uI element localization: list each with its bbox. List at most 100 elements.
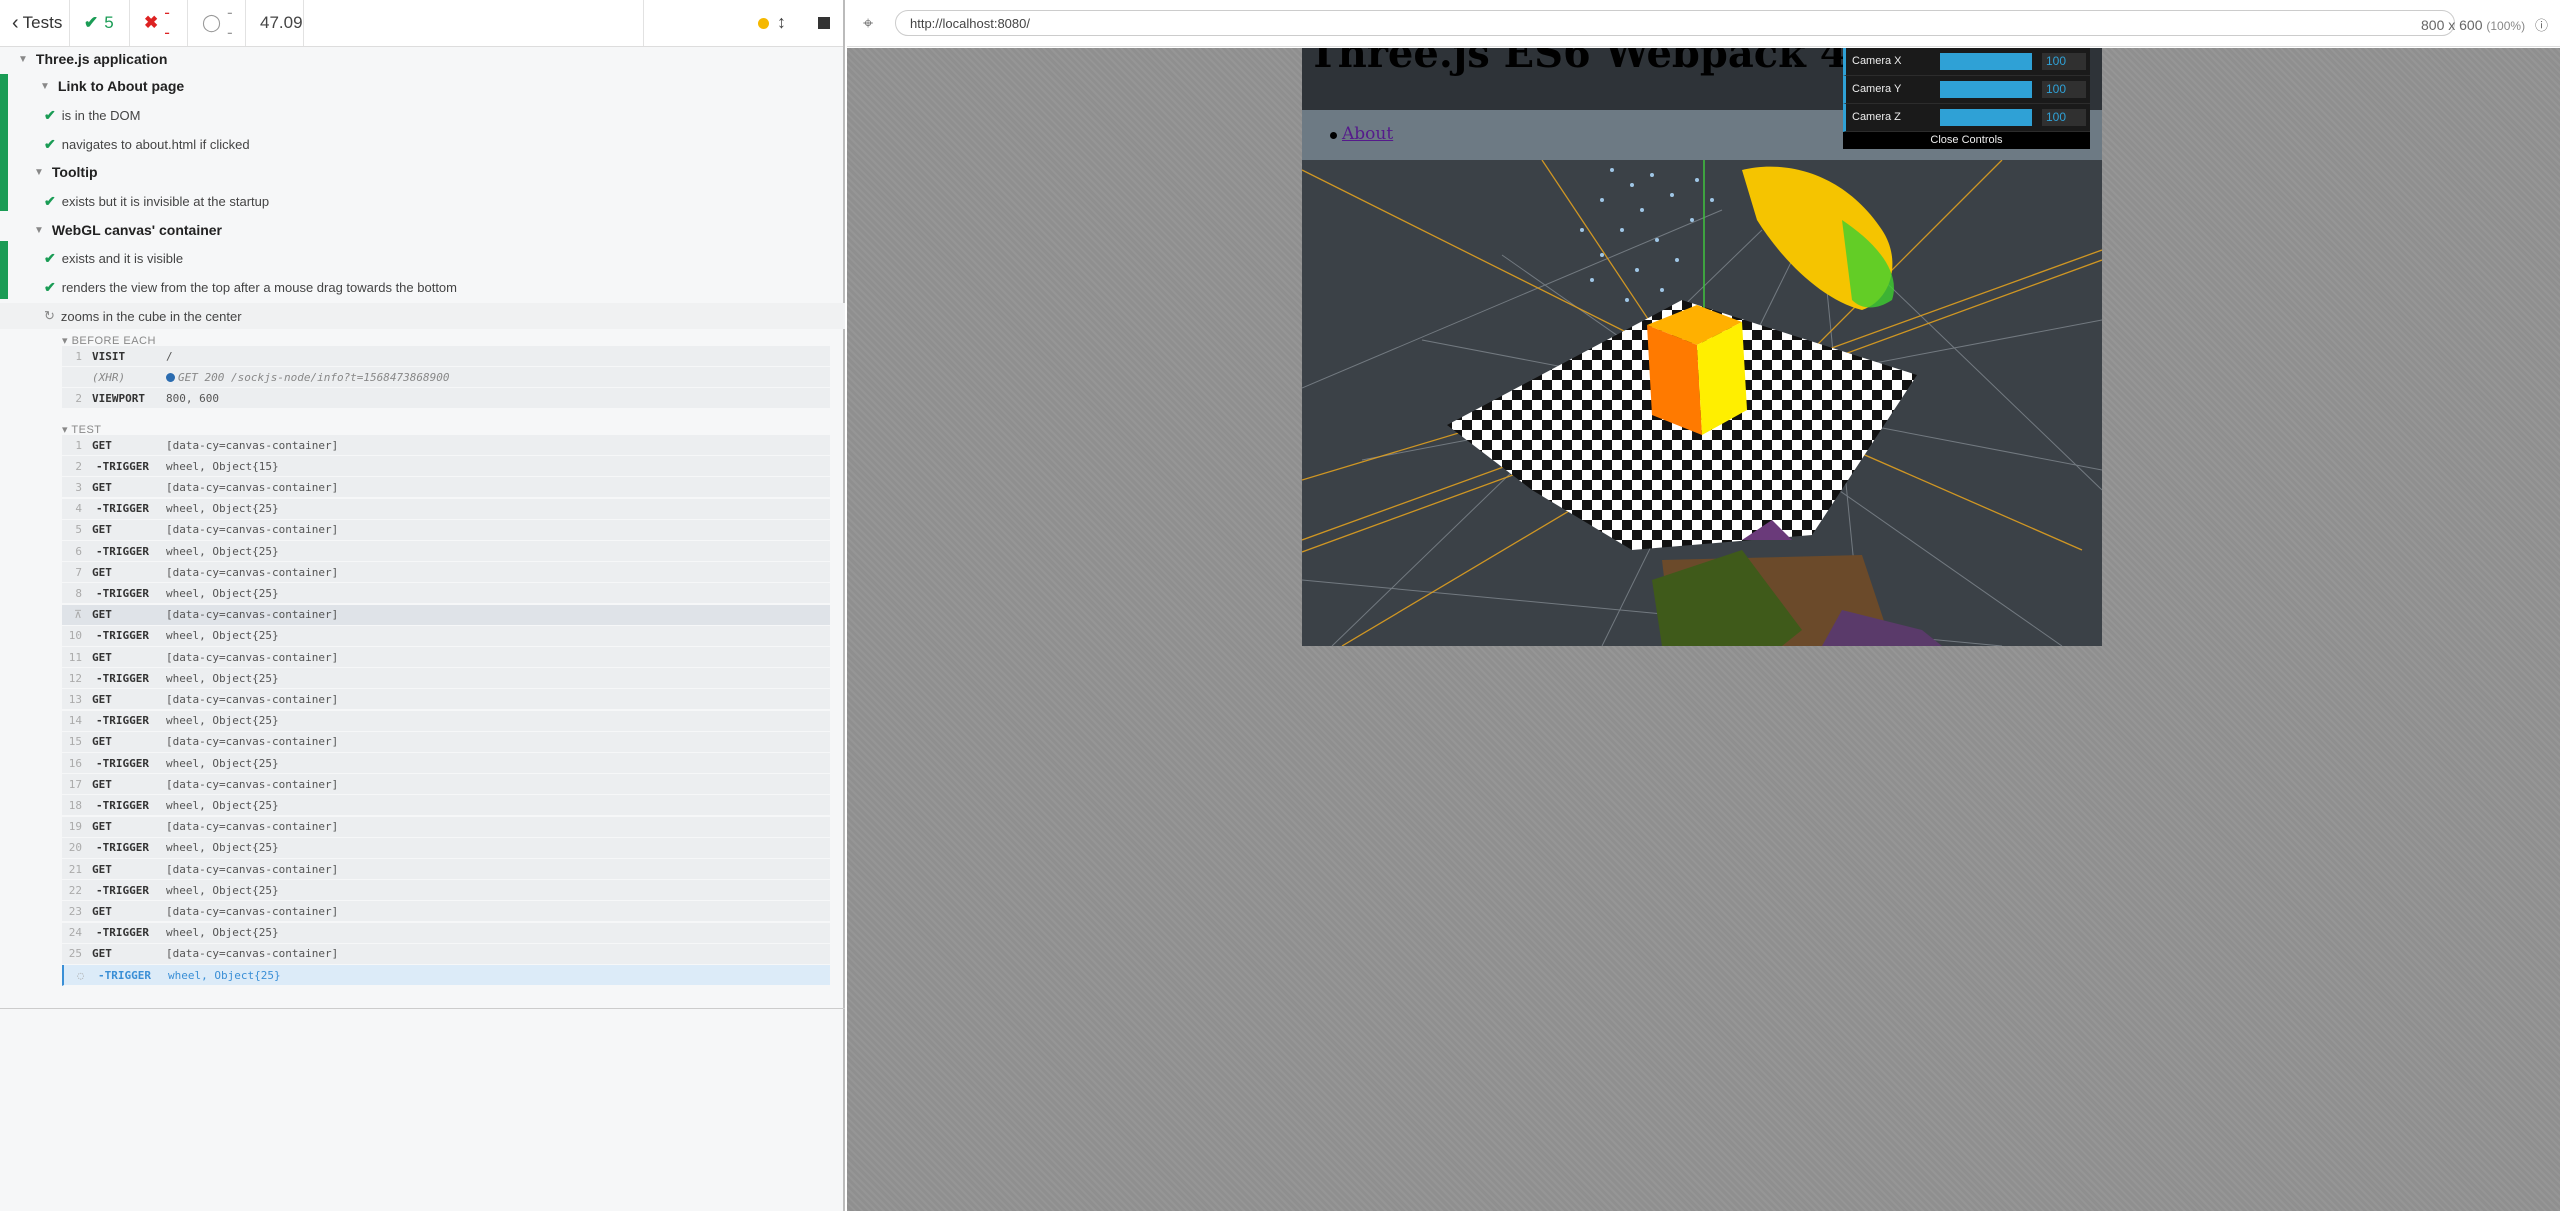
command-number: 23 bbox=[68, 904, 82, 918]
test-title: exists and it is visible bbox=[61, 250, 184, 266]
command-row[interactable]: 19 GET [data-cy=canvas-container] bbox=[62, 816, 830, 838]
test-invisible[interactable]: ✔ exists but it is invisible at the star… bbox=[44, 188, 269, 214]
command-row[interactable]: 23 GET [data-cy=canvas-container] bbox=[62, 901, 830, 923]
command-row[interactable]: 12 -TRIGGER wheel, Object{25} bbox=[62, 668, 830, 690]
caret-down-icon: ▼ bbox=[18, 53, 28, 65]
suite-tooltip[interactable]: ▼ Tooltip bbox=[34, 159, 98, 185]
command-row[interactable]: (XHR) GET 200 /sockjs-node/info?t=1568473… bbox=[62, 367, 830, 389]
command-message: wheel, Object{25} bbox=[166, 502, 279, 516]
suite-root[interactable]: ▼ Three.js application bbox=[18, 46, 167, 72]
gui-slider-row[interactable]: Camera Z 100 bbox=[1843, 104, 2090, 132]
test-renders-top[interactable]: ✔ renders the view from the top after a … bbox=[44, 274, 457, 300]
command-number: 8 bbox=[75, 586, 82, 600]
gui-slider[interactable] bbox=[1940, 53, 2032, 70]
app-iframe[interactable]: Three.js ES6 Webpack 4 Proj About Camera… bbox=[1302, 48, 2102, 646]
gui-slider[interactable] bbox=[1940, 109, 2032, 126]
command-number: 16 bbox=[68, 756, 82, 770]
selector-playground-icon[interactable]: ⌖ bbox=[863, 13, 873, 34]
xhr-status-icon bbox=[166, 372, 175, 382]
gui-slider[interactable] bbox=[1940, 81, 2032, 98]
command-number: 12 bbox=[68, 671, 82, 685]
command-name: -TRIGGER bbox=[96, 714, 149, 728]
check-icon: ✔ bbox=[44, 192, 56, 209]
duration: 47.09 bbox=[246, 0, 304, 46]
test-visible[interactable]: ✔ exists and it is visible bbox=[44, 245, 183, 271]
command-row[interactable]: 11 GET [data-cy=canvas-container] bbox=[62, 647, 830, 668]
command-name: GET bbox=[92, 692, 112, 706]
url-bar[interactable]: http://localhost:8080/ bbox=[895, 10, 2455, 36]
command-row[interactable]: 4 -TRIGGER wheel, Object{25} bbox=[62, 498, 830, 520]
command-message: [data-cy=canvas-container] bbox=[166, 904, 339, 918]
command-row[interactable]: 10 -TRIGGER wheel, Object{25} bbox=[62, 625, 830, 647]
auto-scroll-icon[interactable]: ↕ bbox=[777, 12, 786, 33]
command-row[interactable]: 13 GET [data-cy=canvas-container] bbox=[62, 689, 830, 711]
command-row[interactable]: 16 -TRIGGER wheel, Object{25} bbox=[62, 753, 830, 774]
command-row[interactable]: 5 GET [data-cy=canvas-container] bbox=[62, 519, 830, 541]
viewport-info[interactable]: 800 x 600 (100%) ⓘ bbox=[2421, 15, 2548, 34]
command-number: 20 bbox=[68, 841, 82, 855]
command-row[interactable]: 2 -TRIGGER wheel, Object{15} bbox=[62, 456, 830, 478]
command-name: GET bbox=[92, 650, 112, 664]
command-message: [data-cy=canvas-container] bbox=[166, 650, 339, 664]
tests-button[interactable]: ‹ Tests bbox=[0, 0, 70, 46]
command-row[interactable]: 3 GET [data-cy=canvas-container] bbox=[62, 477, 830, 499]
command-message: wheel, Object{25} bbox=[166, 544, 279, 558]
command-name: GET bbox=[92, 735, 112, 749]
test-navigates[interactable]: ✔ navigates to about.html if clicked bbox=[44, 131, 250, 157]
command-row[interactable]: 7 GET [data-cy=canvas-container] bbox=[62, 562, 830, 584]
chevron-left-icon: ‹ bbox=[12, 11, 19, 34]
command-row[interactable]: 1 VISIT / bbox=[62, 346, 830, 367]
command-row[interactable]: 25 GET [data-cy=canvas-container] bbox=[62, 943, 830, 965]
command-row[interactable]: ◌ -TRIGGER wheel, Object{25} bbox=[62, 965, 830, 986]
stop-icon[interactable] bbox=[818, 17, 830, 29]
command-row[interactable]: 1 GET [data-cy=canvas-container] bbox=[62, 435, 830, 456]
command-row[interactable]: 17 GET [data-cy=canvas-container] bbox=[62, 774, 830, 796]
command-name: -TRIGGER bbox=[96, 841, 149, 855]
command-row[interactable]: 24 -TRIGGER wheel, Object{25} bbox=[62, 922, 830, 944]
test-running[interactable]: ↻ zooms in the cube in the center bbox=[0, 303, 845, 329]
suite-about[interactable]: ▼ Link to About page bbox=[40, 73, 184, 99]
test-title: renders the view from the top after a mo… bbox=[61, 279, 457, 295]
test-title: navigates to about.html if clicked bbox=[61, 136, 250, 152]
command-row[interactable]: 21 GET [data-cy=canvas-container] bbox=[62, 859, 830, 880]
command-message: GET 200 /sockjs-node/info?t=156847386890… bbox=[178, 370, 450, 384]
command-number: 18 bbox=[68, 798, 82, 812]
command-row[interactable]: 6 -TRIGGER wheel, Object{25} bbox=[62, 541, 830, 562]
command-row[interactable]: 22 -TRIGGER wheel, Object{25} bbox=[62, 880, 830, 902]
about-link[interactable]: About bbox=[1342, 124, 1393, 144]
command-name: GET bbox=[92, 438, 112, 452]
viewport-size: 800 x 600 bbox=[2421, 17, 2483, 33]
webgl-canvas[interactable] bbox=[1302, 160, 2102, 646]
gui-slider-row[interactable]: Camera X 100 bbox=[1843, 48, 2090, 76]
command-row[interactable]: 14 -TRIGGER wheel, Object{25} bbox=[62, 710, 830, 732]
command-row[interactable]: ⊼ GET [data-cy=canvas-container] bbox=[62, 604, 830, 626]
command-number: 10 bbox=[68, 629, 82, 643]
gui-value-input[interactable]: 100 bbox=[2042, 81, 2086, 98]
suite-webgl[interactable]: ▼ WebGL canvas' container bbox=[34, 217, 222, 243]
command-row[interactable]: 2 VIEWPORT 800, 600 bbox=[62, 388, 830, 410]
command-name: -TRIGGER bbox=[96, 798, 149, 812]
command-message: wheel, Object{25} bbox=[166, 926, 279, 940]
test-title: is in the DOM bbox=[61, 107, 141, 123]
close-controls-button[interactable]: Close Controls bbox=[1843, 132, 2090, 149]
gui-value-input[interactable]: 100 bbox=[2042, 53, 2086, 70]
command-number: 7 bbox=[75, 565, 82, 579]
command-number: 15 bbox=[68, 735, 82, 749]
command-name: -TRIGGER bbox=[96, 544, 149, 558]
command-name: GET bbox=[92, 480, 112, 494]
command-message: wheel, Object{25} bbox=[166, 798, 279, 812]
failed-count: ✖ -- bbox=[130, 0, 188, 46]
suite-title: Three.js application bbox=[35, 51, 168, 67]
command-row[interactable]: 20 -TRIGGER wheel, Object{25} bbox=[62, 837, 830, 859]
command-number: 5 bbox=[75, 523, 82, 537]
command-name: GET bbox=[92, 904, 112, 918]
gui-value-input[interactable]: 100 bbox=[2042, 109, 2086, 126]
command-name: VIEWPORT bbox=[92, 391, 145, 405]
command-name: -TRIGGER bbox=[96, 629, 149, 643]
gui-slider-row[interactable]: Camera Y 100 bbox=[1843, 76, 2090, 104]
command-row[interactable]: 8 -TRIGGER wheel, Object{25} bbox=[62, 583, 830, 605]
command-number: 3 bbox=[75, 480, 82, 494]
command-row[interactable]: 15 GET [data-cy=canvas-container] bbox=[62, 731, 830, 753]
test-in-dom[interactable]: ✔ is in the DOM bbox=[44, 102, 140, 128]
command-row[interactable]: 18 -TRIGGER wheel, Object{25} bbox=[62, 795, 830, 817]
